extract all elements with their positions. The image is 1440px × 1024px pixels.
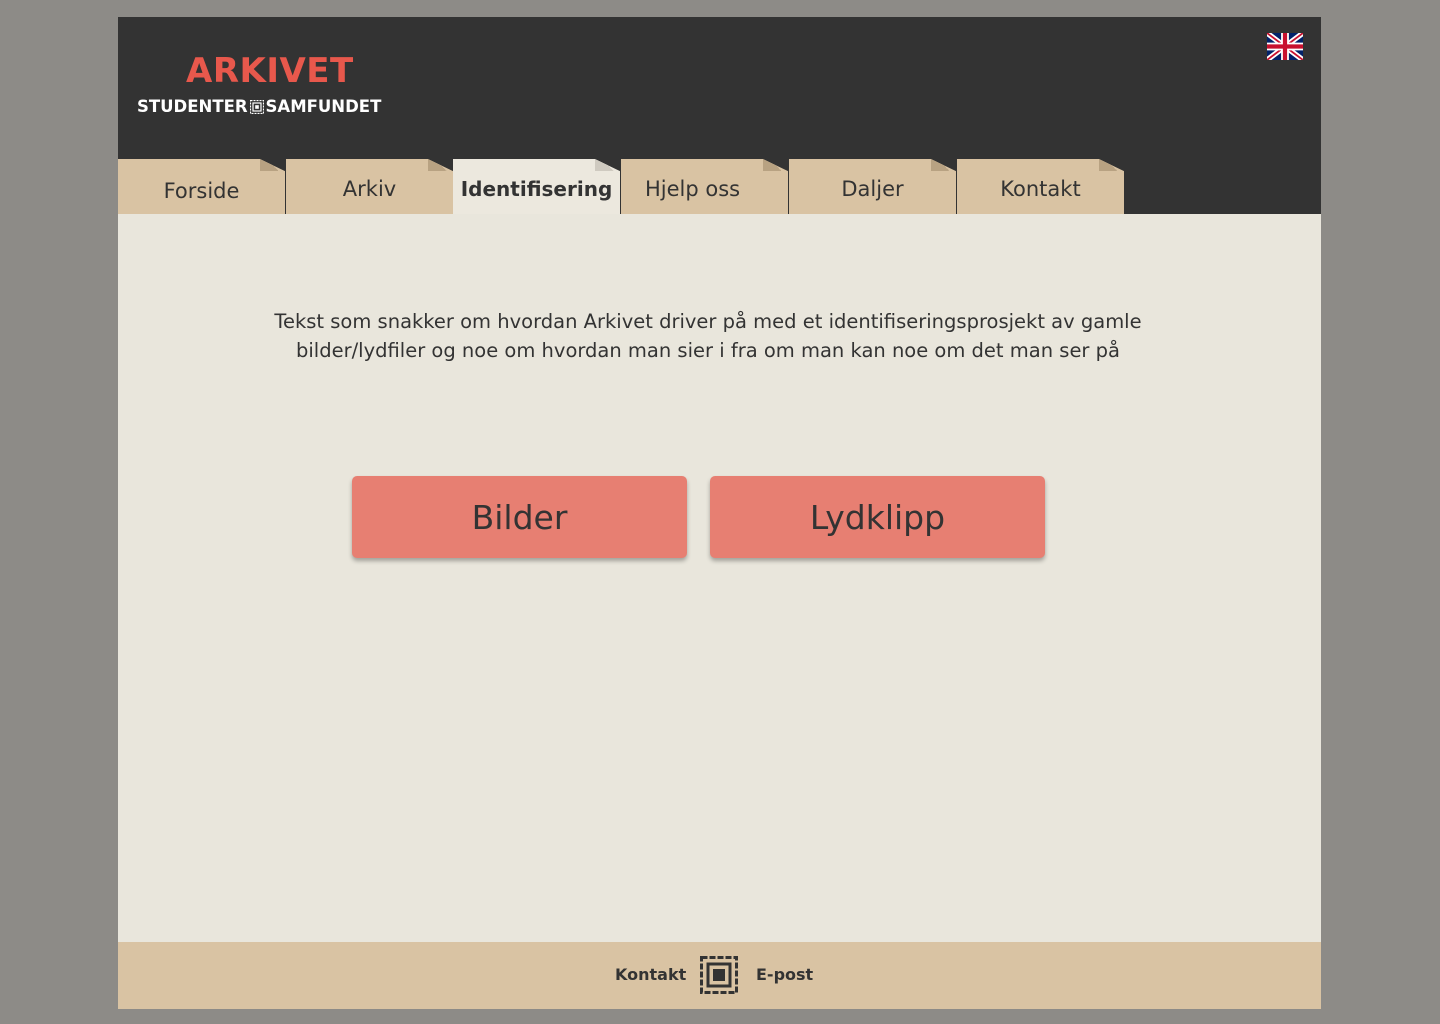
tab-identifisering[interactable]: Identifisering	[453, 159, 620, 214]
tab-label: Forside	[163, 179, 240, 203]
tab-forside[interactable]: Forside	[118, 159, 285, 214]
footer-email-link[interactable]: E-post	[756, 965, 813, 984]
samfundet-logo-icon	[700, 956, 738, 994]
logo-sub-right: SAMFUNDET	[265, 97, 382, 116]
lydklipp-button[interactable]: Lydklipp	[710, 476, 1045, 558]
tab-label: Identifisering	[460, 177, 613, 201]
logo-subtitle[interactable]: STUDENTER SAMFUNDET	[137, 97, 381, 116]
tab-label: Kontakt	[1000, 177, 1081, 201]
logo-sub-left: STUDENTER	[137, 97, 248, 116]
tab-label: Hjelp oss	[645, 177, 741, 201]
tab-hjelp-oss[interactable]: Hjelp oss	[621, 159, 788, 214]
tab-label: Daljer	[841, 177, 904, 201]
logo-title[interactable]: ARKIVET	[186, 51, 354, 91]
page-frame: ARKIVET STUDENTER SAMFUNDET Forside Arki…	[118, 17, 1321, 1009]
tab-arkiv[interactable]: Arkiv	[286, 159, 453, 214]
site-header: ARKIVET STUDENTER SAMFUNDET Forside Arki…	[118, 17, 1321, 214]
main-nav-tabs: Forside Arkiv Identifisering Hjelp oss D…	[118, 159, 1321, 214]
tab-daljer[interactable]: Daljer	[789, 159, 956, 214]
intro-text: Tekst som snakker om hvordan Arkivet dri…	[274, 310, 1142, 362]
uk-flag-icon[interactable]	[1267, 33, 1303, 60]
footer-contact-link[interactable]: Kontakt	[615, 965, 686, 984]
tab-kontakt[interactable]: Kontakt	[957, 159, 1124, 214]
tab-label: Arkiv	[342, 177, 397, 201]
samfundet-mark-icon	[249, 99, 264, 114]
site-footer: Kontakt E-post	[118, 942, 1321, 1009]
bilder-button[interactable]: Bilder	[352, 476, 687, 558]
